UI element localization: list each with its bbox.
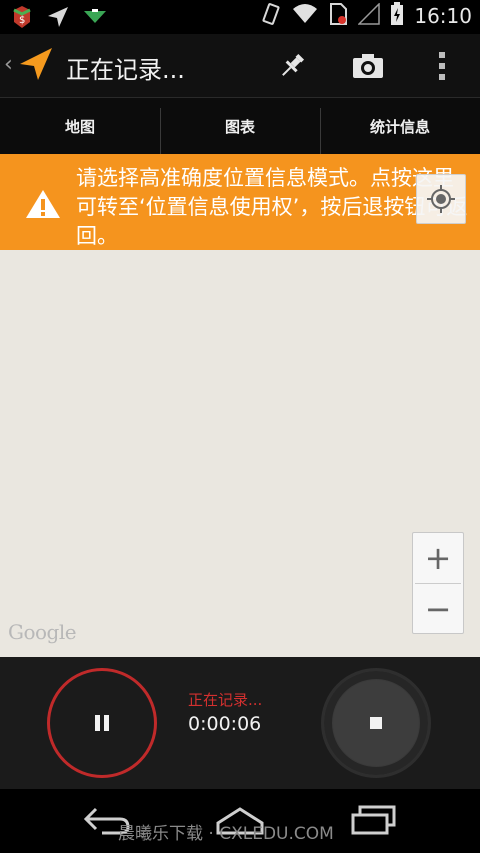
- overflow-menu-icon: [439, 52, 445, 80]
- pin-icon: [282, 53, 305, 76]
- no-sim-icon: [328, 2, 348, 30]
- warning-text: 请选择高准确度位置信息模式。点按这里可转至‘位置信息使用权’，按后退按钮可返回。: [76, 166, 468, 248]
- stop-button[interactable]: [321, 668, 431, 778]
- page-title: 正在记录...: [66, 56, 185, 84]
- watermark-text: 晨曦乐下载 · CXLEDU.COM: [118, 824, 334, 844]
- pause-icon: [95, 715, 109, 731]
- map-view[interactable]: + − Google: [0, 174, 480, 657]
- app-notification-icon: $: [10, 4, 34, 34]
- system-nav-bar: 晨曦乐下载 · CXLEDU.COM: [0, 789, 480, 853]
- svg-text:$: $: [19, 15, 25, 26]
- action-bar: ‹ 正在记录...: [0, 34, 480, 98]
- pause-button[interactable]: [47, 668, 157, 778]
- location-mode-warning-banner[interactable]: 请选择高准确度位置信息模式。点按这里可转至‘位置信息使用权’，按后退按钮可返回。: [0, 154, 480, 250]
- status-bar: $ 16:10: [0, 0, 480, 34]
- stop-icon: [370, 717, 382, 729]
- nav-recents-button[interactable]: [350, 805, 398, 839]
- camera-icon: [353, 54, 383, 78]
- elapsed-time: 0:00:06: [188, 713, 262, 735]
- tab-chart[interactable]: 图表: [160, 98, 320, 158]
- overflow-menu-button[interactable]: [424, 48, 460, 84]
- tab-map[interactable]: 地图: [0, 98, 160, 154]
- recording-controls: 正在记录... 0:00:06: [0, 657, 480, 789]
- vibrate-icon: [260, 2, 282, 30]
- battery-charging-icon: [390, 2, 404, 30]
- navigation-arrow-icon: [46, 5, 70, 33]
- my-location-button[interactable]: [416, 174, 466, 224]
- warning-icon: [24, 188, 62, 224]
- tab-statistics[interactable]: 统计信息: [320, 98, 480, 158]
- clock: 16:10: [414, 4, 472, 28]
- zoom-out-button[interactable]: −: [413, 584, 463, 634]
- zoom-controls: + −: [412, 532, 464, 634]
- back-chevron-icon[interactable]: ‹: [4, 52, 13, 77]
- app-logo-icon[interactable]: [18, 46, 54, 86]
- camera-button[interactable]: [350, 48, 386, 84]
- stop-button-inner: [333, 680, 419, 766]
- download-icon: [82, 7, 108, 31]
- my-location-icon: [427, 185, 455, 213]
- tab-bar: 地图 图表 统计信息: [0, 98, 480, 158]
- recording-status: 正在记录...: [188, 691, 263, 709]
- pin-button[interactable]: [274, 48, 310, 84]
- signal-icon: [357, 2, 381, 29]
- recent-apps-icon: [351, 805, 396, 835]
- zoom-in-button[interactable]: +: [413, 533, 463, 583]
- wifi-icon: [292, 3, 318, 29]
- map-attribution: Google: [8, 620, 77, 644]
